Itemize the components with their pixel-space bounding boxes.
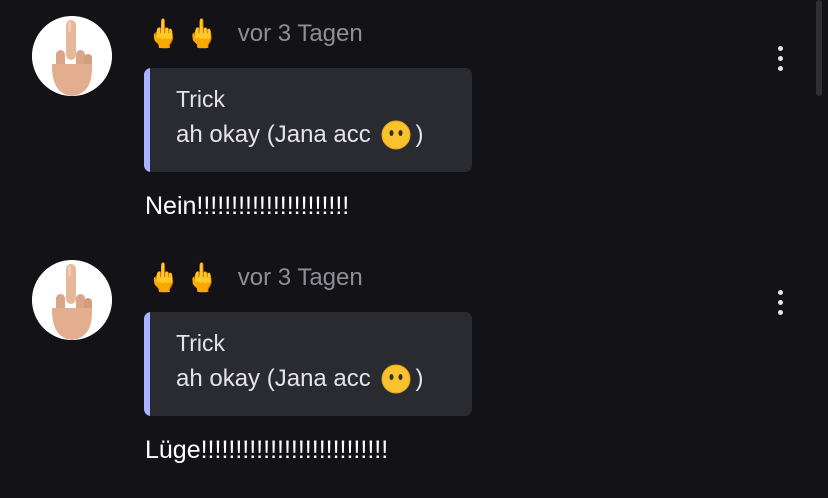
timestamp: vor 3 Tagen <box>237 264 363 291</box>
timestamp: vor 3 Tagen <box>237 20 363 47</box>
quote-bar <box>144 312 150 416</box>
face-without-mouth-emoji <box>381 120 411 150</box>
message-header: 🖕🖕 vor 3 Tagen <box>146 14 363 54</box>
quote-text-after: ) <box>415 365 424 392</box>
more-vertical-icon[interactable] <box>766 284 794 320</box>
message-item: 🖕🖕 vor 3 Tagen Trick ah okay (Jana acc )… <box>0 0 828 244</box>
middle-finger-hand-icon <box>32 260 112 340</box>
message-body: Nein!!!!!!!!!!!!!!!!!!!!!! <box>145 192 350 220</box>
middle-finger-hand-icon <box>32 16 112 96</box>
scrollbar[interactable] <box>816 0 822 96</box>
face-without-mouth-emoji <box>381 364 411 394</box>
quoted-message[interactable]: Trick ah okay (Jana acc ) <box>144 68 472 172</box>
avatar[interactable] <box>32 16 112 96</box>
message-body: Lüge!!!!!!!!!!!!!!!!!!!!!!!!!!! <box>145 436 389 464</box>
quote-text: ah okay (Jana acc ) <box>176 364 423 394</box>
quote-text-before: ah okay (Jana acc <box>176 121 378 148</box>
quote-author: Trick <box>176 86 225 112</box>
quote-bar <box>144 68 150 172</box>
user-name[interactable]: 🖕🖕 <box>146 260 224 296</box>
quote-text-after: ) <box>415 121 424 148</box>
quoted-message[interactable]: Trick ah okay (Jana acc ) <box>144 312 472 416</box>
message-item: 🖕🖕 vor 3 Tagen Trick ah okay (Jana acc )… <box>0 244 828 488</box>
more-vertical-icon[interactable] <box>766 40 794 76</box>
message-header: 🖕🖕 vor 3 Tagen <box>146 258 363 298</box>
quote-text-before: ah okay (Jana acc <box>176 365 378 392</box>
quote-text: ah okay (Jana acc ) <box>176 120 423 150</box>
quote-author: Trick <box>176 330 225 356</box>
user-name[interactable]: 🖕🖕 <box>146 16 224 52</box>
avatar[interactable] <box>32 260 112 340</box>
